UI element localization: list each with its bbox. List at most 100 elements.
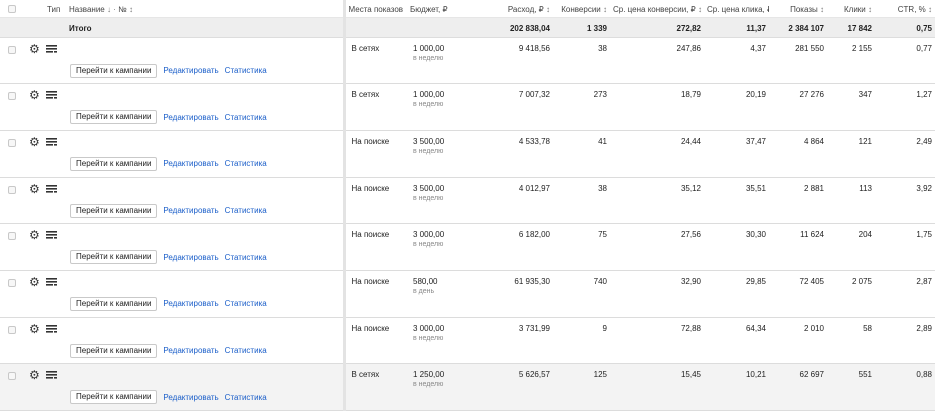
gear-icon[interactable]: ⚙ (29, 89, 40, 101)
edit-link[interactable]: Редактировать (163, 346, 218, 355)
cpa-header[interactable]: Ср. цена конверсии, ₽ ↕ (610, 0, 704, 18)
cpa-cell: 32,90 (610, 270, 704, 318)
budget-period: в день (413, 287, 435, 295)
cpc-cell: 35,51 (704, 177, 769, 225)
row-checkbox[interactable] (8, 325, 16, 334)
cpa-cell: 27,56 (610, 223, 704, 271)
budget-value: 1 000,00 (413, 43, 445, 53)
cpc-cell: 64,34 (704, 317, 769, 365)
row-checkbox[interactable] (8, 232, 16, 241)
row-checkbox[interactable] (8, 138, 16, 147)
go-to-campaign-button[interactable]: Перейти к кампании (70, 63, 158, 78)
stats-link[interactable]: Статистика (225, 393, 267, 402)
text-campaign-icon (46, 231, 57, 239)
total-impressions: 2 384 107 (769, 17, 827, 38)
gear-icon[interactable]: ⚙ (29, 323, 40, 335)
edit-link[interactable]: Редактировать (163, 66, 218, 75)
edit-link[interactable]: Редактировать (163, 113, 218, 122)
budget-period: в неделю (413, 381, 444, 389)
go-to-campaign-button[interactable]: Перейти к кампании (70, 296, 158, 311)
stats-link[interactable]: Статистика (225, 66, 267, 75)
spend-sort-icon[interactable]: ↕ (546, 5, 550, 14)
gear-icon[interactable]: ⚙ (29, 229, 40, 241)
edit-link[interactable]: Редактировать (163, 253, 218, 262)
row-checkbox[interactable] (8, 92, 16, 101)
stats-link[interactable]: Статистика (225, 113, 267, 122)
impressions-cell: 62 697 (769, 363, 827, 411)
cpa-sort-icon[interactable]: ↕ (698, 5, 702, 14)
stats-link[interactable]: Статистика (225, 346, 267, 355)
spend-header[interactable]: Расход, ₽ ↕ (497, 0, 553, 18)
row-checkbox[interactable] (8, 185, 16, 194)
gear-icon[interactable]: ⚙ (29, 369, 40, 381)
go-to-campaign-button[interactable]: Перейти к кампании (70, 110, 158, 125)
row-checkbox[interactable] (8, 278, 16, 287)
cpc-cell: 30,30 (704, 223, 769, 271)
gear-icon[interactable]: ⚙ (29, 136, 40, 148)
edit-link[interactable]: Редактировать (163, 393, 218, 402)
conversions-cell: 38 (553, 177, 610, 225)
budget-period: в неделю (413, 194, 444, 202)
number-header-label[interactable]: № (118, 5, 127, 14)
ctr-cell: 1,75 (875, 223, 935, 271)
cpc-header[interactable]: Ср. цена клика, ₽ ↕ (704, 0, 769, 18)
budget-value: 3 000,00 (413, 323, 445, 333)
gear-icon[interactable]: ⚙ (29, 276, 40, 288)
gear-icon[interactable]: ⚙ (29, 183, 40, 195)
stats-link[interactable]: Статистика (225, 206, 267, 215)
stats-link[interactable]: Статистика (225, 253, 267, 262)
impressions-cell: 72 405 (769, 270, 827, 318)
budget-value: 1 000,00 (413, 90, 445, 100)
total-cpa: 272,82 (610, 17, 704, 38)
row-checkbox[interactable] (8, 372, 16, 381)
name-header[interactable]: Название ↓ · № ↕ (66, 0, 344, 18)
edit-link[interactable]: Редактировать (163, 299, 218, 308)
cpa-cell: 247,86 (610, 37, 704, 85)
campaign-row: ⚙ Перейти к кампании Редактировать Стати… (0, 223, 935, 271)
ctr-cell: 3,92 (875, 177, 935, 225)
impressions-header[interactable]: Показы ↕ (769, 0, 827, 18)
clicks-sort-icon[interactable]: ↕ (868, 5, 872, 14)
impressions-cell: 2 010 (769, 317, 827, 365)
stats-link[interactable]: Статистика (225, 159, 267, 168)
budget-value: 1 250,00 (413, 370, 445, 380)
stats-link[interactable]: Статистика (225, 299, 267, 308)
conversions-sort-icon[interactable]: ↕ (603, 5, 607, 14)
row-checkbox[interactable] (8, 45, 16, 54)
name-sort-icon[interactable]: ↓ (107, 5, 111, 14)
places-header: Места показов (342, 0, 407, 18)
go-to-campaign-button[interactable]: Перейти к кампании (70, 343, 158, 358)
total-row: Итого 202 838,04 1 339 272,82 11,37 2 38… (0, 17, 935, 38)
cpc-cell: 10,21 (704, 363, 769, 411)
ctr-sort-icon[interactable]: ↕ (928, 5, 932, 14)
total-spend: 202 838,04 (497, 17, 553, 38)
spend-cell: 61 935,30 (497, 270, 553, 318)
spend-cell: 4 533,78 (497, 130, 553, 178)
edit-link[interactable]: Редактировать (163, 206, 218, 215)
go-to-campaign-button[interactable]: Перейти к кампании (70, 250, 158, 265)
spend-cell: 6 182,00 (497, 223, 553, 271)
go-to-campaign-button[interactable]: Перейти к кампании (70, 390, 158, 405)
ctr-header[interactable]: CTR, % ↕ (875, 0, 935, 18)
select-all-cell (0, 0, 22, 18)
campaign-row: ⚙ Перейти к кампании Редактировать Стати… (0, 363, 935, 411)
go-to-campaign-button[interactable]: Перейти к кампании (70, 203, 158, 218)
go-to-campaign-button[interactable]: Перейти к кампании (70, 156, 158, 171)
edit-link[interactable]: Редактировать (163, 159, 218, 168)
impressions-sort-icon[interactable]: ↕ (820, 5, 824, 14)
name-header-label[interactable]: Название (69, 5, 105, 14)
text-campaign-icon (46, 324, 57, 333)
impressions-cell: 2 881 (769, 177, 827, 225)
type-header[interactable]: Тип (44, 0, 66, 18)
budget-cell: 3 000,00 в неделю (407, 317, 497, 365)
number-sort-icon[interactable]: ↕ (129, 5, 133, 14)
gear-icon[interactable]: ⚙ (29, 43, 40, 55)
select-all-checkbox[interactable] (8, 5, 16, 13)
clicks-header[interactable]: Клики ↕ (827, 0, 875, 18)
budget-value: 580,00 (413, 276, 438, 286)
budget-period: в неделю (413, 334, 444, 342)
budget-cell: 1 000,00 в неделю (407, 37, 497, 85)
conversions-cell: 273 (553, 83, 610, 131)
budget-value: 3 500,00 (413, 183, 445, 193)
conversions-header[interactable]: Конверсии ↕ (553, 0, 610, 18)
